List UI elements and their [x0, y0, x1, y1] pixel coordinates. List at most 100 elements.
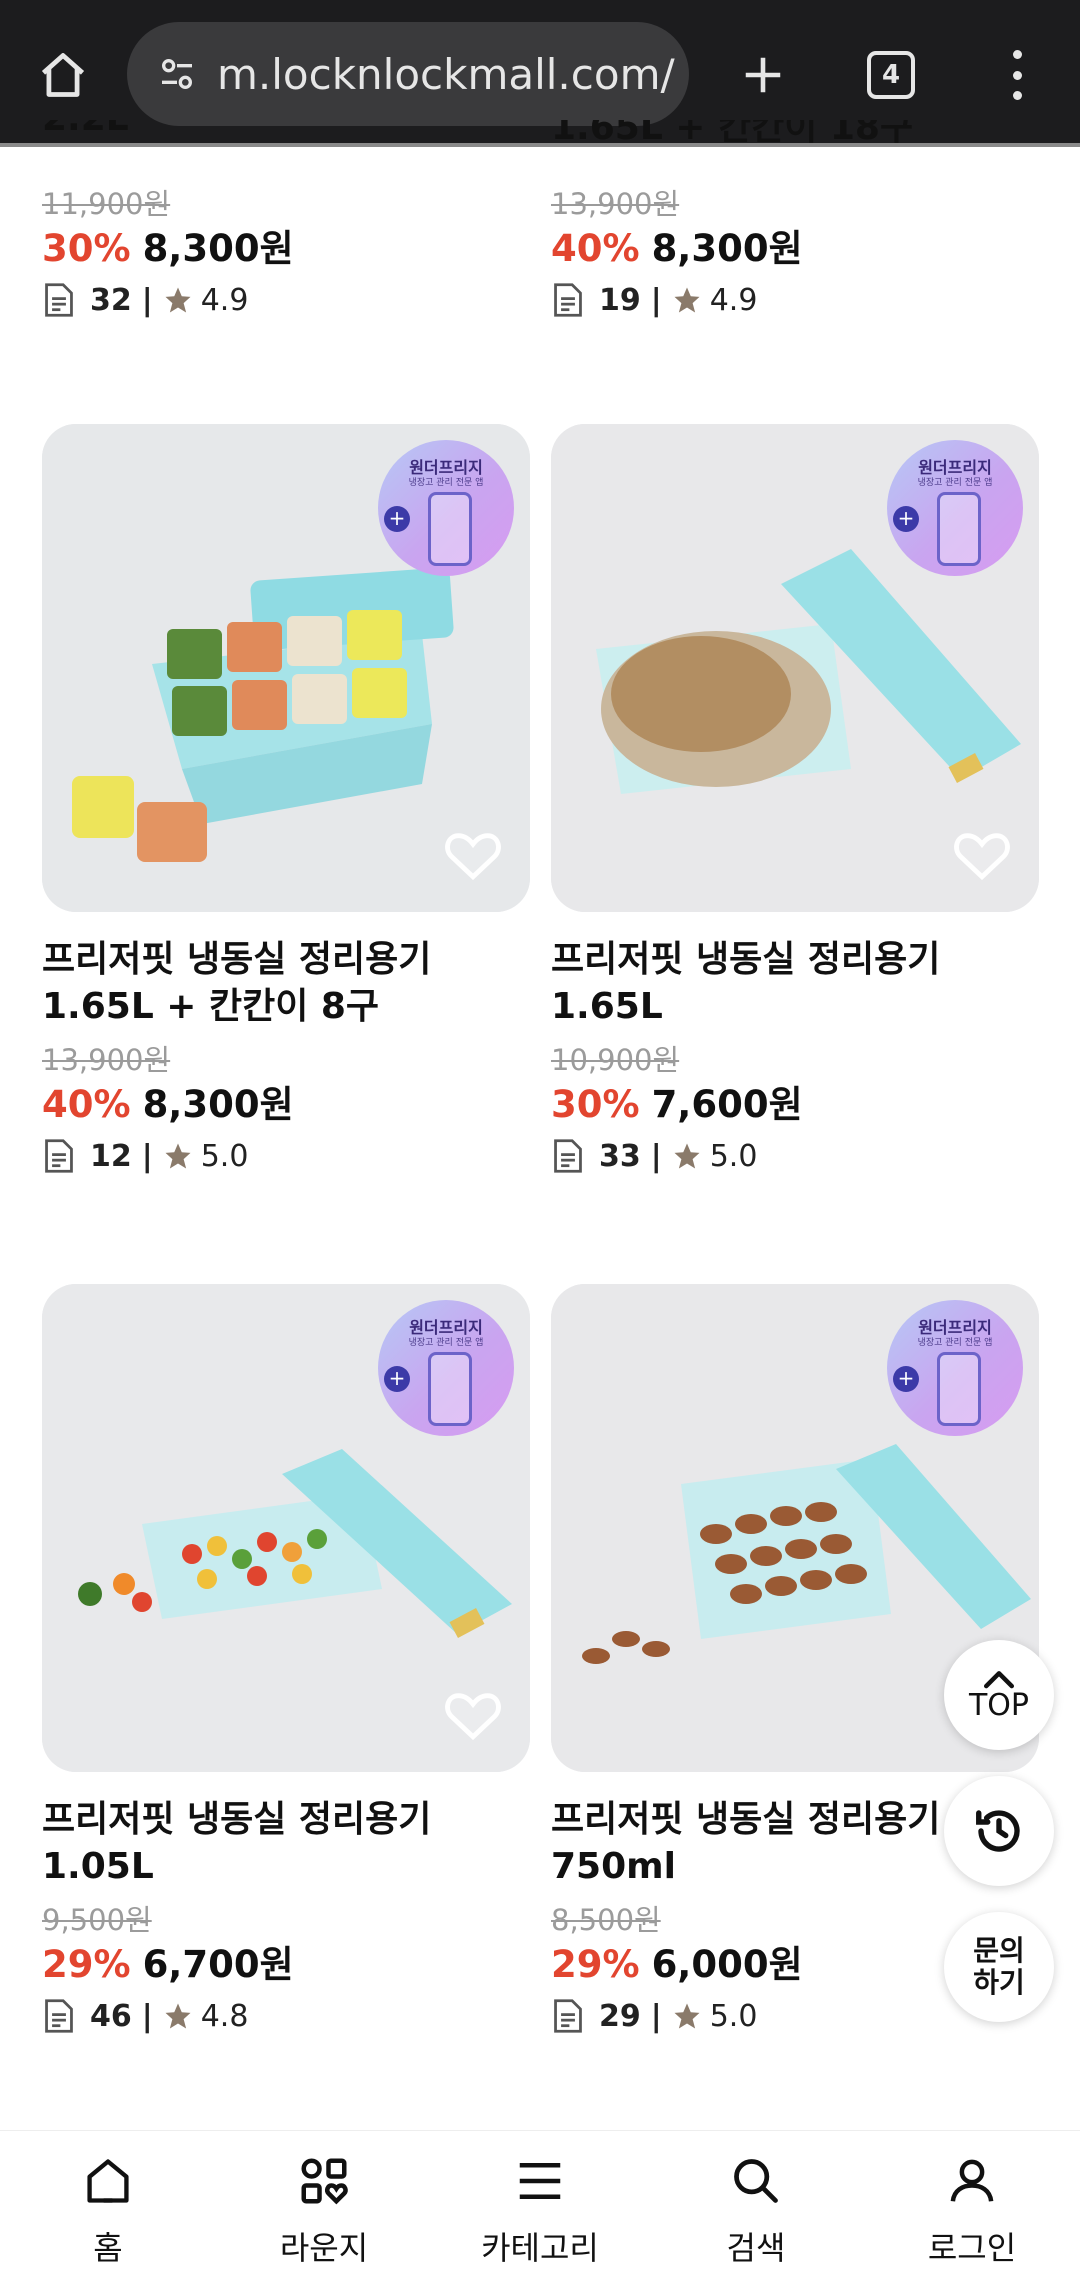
tab-switcher-button[interactable]: 4 — [867, 51, 915, 99]
nav-label: 홈 — [93, 2229, 123, 2267]
star-icon — [163, 2001, 193, 2031]
star-icon — [672, 2001, 702, 2031]
star-icon — [163, 1141, 193, 1171]
chevron-up-icon — [983, 1671, 1015, 1689]
review-meta: 32 | 4.9 — [42, 278, 530, 322]
review-meta: 12 | 5.0 — [42, 1134, 530, 1178]
sale-price: 7,600원 — [651, 1083, 803, 1126]
nav-category[interactable]: 카테고리 — [432, 2131, 648, 2284]
browser-toolbar: m.locknlockmall.com/ 4 — [0, 0, 1080, 147]
meta-separator: | — [141, 1998, 153, 2034]
lounge-icon — [294, 2151, 354, 2211]
star-icon — [672, 285, 702, 315]
app-promo-badge[interactable]: 원더프리지 냉장고 관리 전문 앱 + — [887, 440, 1023, 576]
product-card-partial[interactable]: 11,900원 30% 8,300원 32 | 4.9 — [42, 148, 530, 322]
product-image[interactable]: 원더프리지 냉장고 관리 전문 앱 + — [551, 424, 1039, 912]
search-icon — [726, 2151, 786, 2211]
phone-icon — [937, 492, 981, 566]
product-card-partial[interactable]: 13,900원 40% 8,300원 19 | 4.9 — [551, 148, 1039, 322]
inquiry-label: 문의 하기 — [973, 1934, 1025, 1999]
price-line: 29% 6,700원 — [42, 1940, 530, 1990]
original-price: 13,900원 — [42, 1043, 171, 1077]
meta-separator: | — [141, 1138, 153, 1174]
inquiry-button[interactable]: 문의 하기 — [944, 1912, 1054, 2022]
app-promo-badge[interactable]: 원더프리지 냉장고 관리 전문 앱 + — [378, 1300, 514, 1436]
review-count: 19 — [599, 282, 641, 318]
product-image[interactable]: 원더프리지 냉장고 관리 전문 앱 + — [42, 1284, 530, 1772]
sale-price: 6,000원 — [651, 1943, 803, 1986]
product-image[interactable]: 원더프리지 냉장고 관리 전문 앱 + — [42, 424, 530, 912]
menu-icon — [510, 2151, 570, 2211]
original-price: 11,900원 — [42, 187, 171, 221]
sale-price: 8,300원 — [142, 1083, 294, 1126]
review-count: 12 — [90, 1138, 132, 1174]
plus-icon: + — [893, 506, 919, 532]
phone-icon — [428, 1352, 472, 1426]
review-icon — [42, 1998, 76, 2034]
plus-icon: + — [893, 1366, 919, 1392]
review-icon — [42, 1138, 76, 1174]
nav-label: 카테고리 — [481, 2229, 599, 2267]
discount-rate: 40% — [42, 1083, 131, 1126]
rating: 4.9 — [709, 282, 758, 318]
price-line: 40% 8,300원 — [551, 224, 1039, 274]
review-icon — [551, 1998, 585, 2034]
product-title-partial: 1.65L + 칸칸이 18구 — [551, 120, 914, 148]
meta-separator: | — [141, 282, 153, 318]
wishlist-heart-icon[interactable] — [953, 828, 1011, 882]
rating: 5.0 — [709, 1998, 758, 2034]
product-card[interactable]: 원더프리지 냉장고 관리 전문 앱 + 프리저핏 냉동실 정리용기 1.05L … — [42, 1284, 530, 2038]
product-title-partial: 2.2L — [42, 120, 129, 166]
browser-home-icon[interactable] — [30, 42, 96, 108]
sale-price: 8,300원 — [651, 227, 803, 270]
original-price: 13,900원 — [551, 187, 680, 221]
scroll-top-button[interactable]: TOP — [944, 1640, 1054, 1750]
price-line: 30% 7,600원 — [551, 1080, 1039, 1130]
sale-price: 8,300원 — [142, 227, 294, 270]
meta-separator: | — [650, 1138, 662, 1174]
new-tab-icon[interactable] — [730, 42, 796, 108]
rating: 4.9 — [200, 282, 249, 318]
discount-rate: 29% — [551, 1943, 640, 1986]
product-title[interactable]: 프리저핏 냉동실 정리용기 1.05L — [42, 1796, 530, 1890]
product-card[interactable]: 원더프리지 냉장고 관리 전문 앱 + 프리저핏 냉동실 정리용기 1.65L … — [551, 424, 1039, 1178]
user-icon — [942, 2151, 1002, 2211]
meta-separator: | — [650, 282, 662, 318]
wishlist-heart-icon[interactable] — [444, 1688, 502, 1742]
address-bar[interactable]: m.locknlockmall.com/ — [127, 22, 689, 126]
original-price: 9,500원 — [42, 1903, 152, 1937]
review-count: 32 — [90, 282, 132, 318]
wishlist-heart-icon[interactable] — [444, 828, 502, 882]
nav-home[interactable]: 홈 — [0, 2131, 216, 2284]
nav-login[interactable]: 로그인 — [864, 2131, 1080, 2284]
original-price: 10,900원 — [551, 1043, 680, 1077]
more-menu-icon[interactable] — [1002, 44, 1032, 106]
top-label: TOP — [968, 1688, 1030, 1723]
nav-search[interactable]: 검색 — [648, 2131, 864, 2284]
plus-icon: + — [384, 1366, 410, 1392]
review-count: 46 — [90, 1998, 132, 2034]
review-count: 33 — [599, 1138, 641, 1174]
url-text: m.locknlockmall.com/ — [217, 49, 675, 99]
site-settings-icon[interactable] — [147, 54, 207, 94]
review-meta: 46 | 4.8 — [42, 1994, 530, 2038]
product-title[interactable]: 프리저핏 냉동실 정리용기 1.65L — [551, 936, 1039, 1030]
product-card[interactable]: 원더프리지 냉장고 관리 전문 앱 + 프리저핏 냉동실 정리용기 1.65L … — [42, 424, 530, 1178]
review-meta: 19 | 4.9 — [551, 278, 1039, 322]
meta-separator: | — [650, 1998, 662, 2034]
review-meta: 33 | 5.0 — [551, 1134, 1039, 1178]
review-icon — [551, 1138, 585, 1174]
discount-rate: 40% — [551, 227, 640, 270]
nav-label: 로그인 — [927, 2229, 1017, 2267]
home-icon — [78, 2151, 138, 2211]
nav-label: 검색 — [726, 2229, 786, 2267]
bottom-nav: 홈 라운지 카테고리 검색 로그인 — [0, 2130, 1080, 2284]
star-icon — [672, 1141, 702, 1171]
star-icon — [163, 285, 193, 315]
app-promo-badge[interactable]: 원더프리지 냉장고 관리 전문 앱 + — [887, 1300, 1023, 1436]
nav-lounge[interactable]: 라운지 — [216, 2131, 432, 2284]
recent-history-button[interactable] — [944, 1776, 1054, 1886]
discount-rate: 29% — [42, 1943, 131, 1986]
app-promo-badge[interactable]: 원더프리지 냉장고 관리 전문 앱 + — [378, 440, 514, 576]
product-title[interactable]: 프리저핏 냉동실 정리용기 1.65L + 칸칸이 8구 — [42, 936, 530, 1030]
